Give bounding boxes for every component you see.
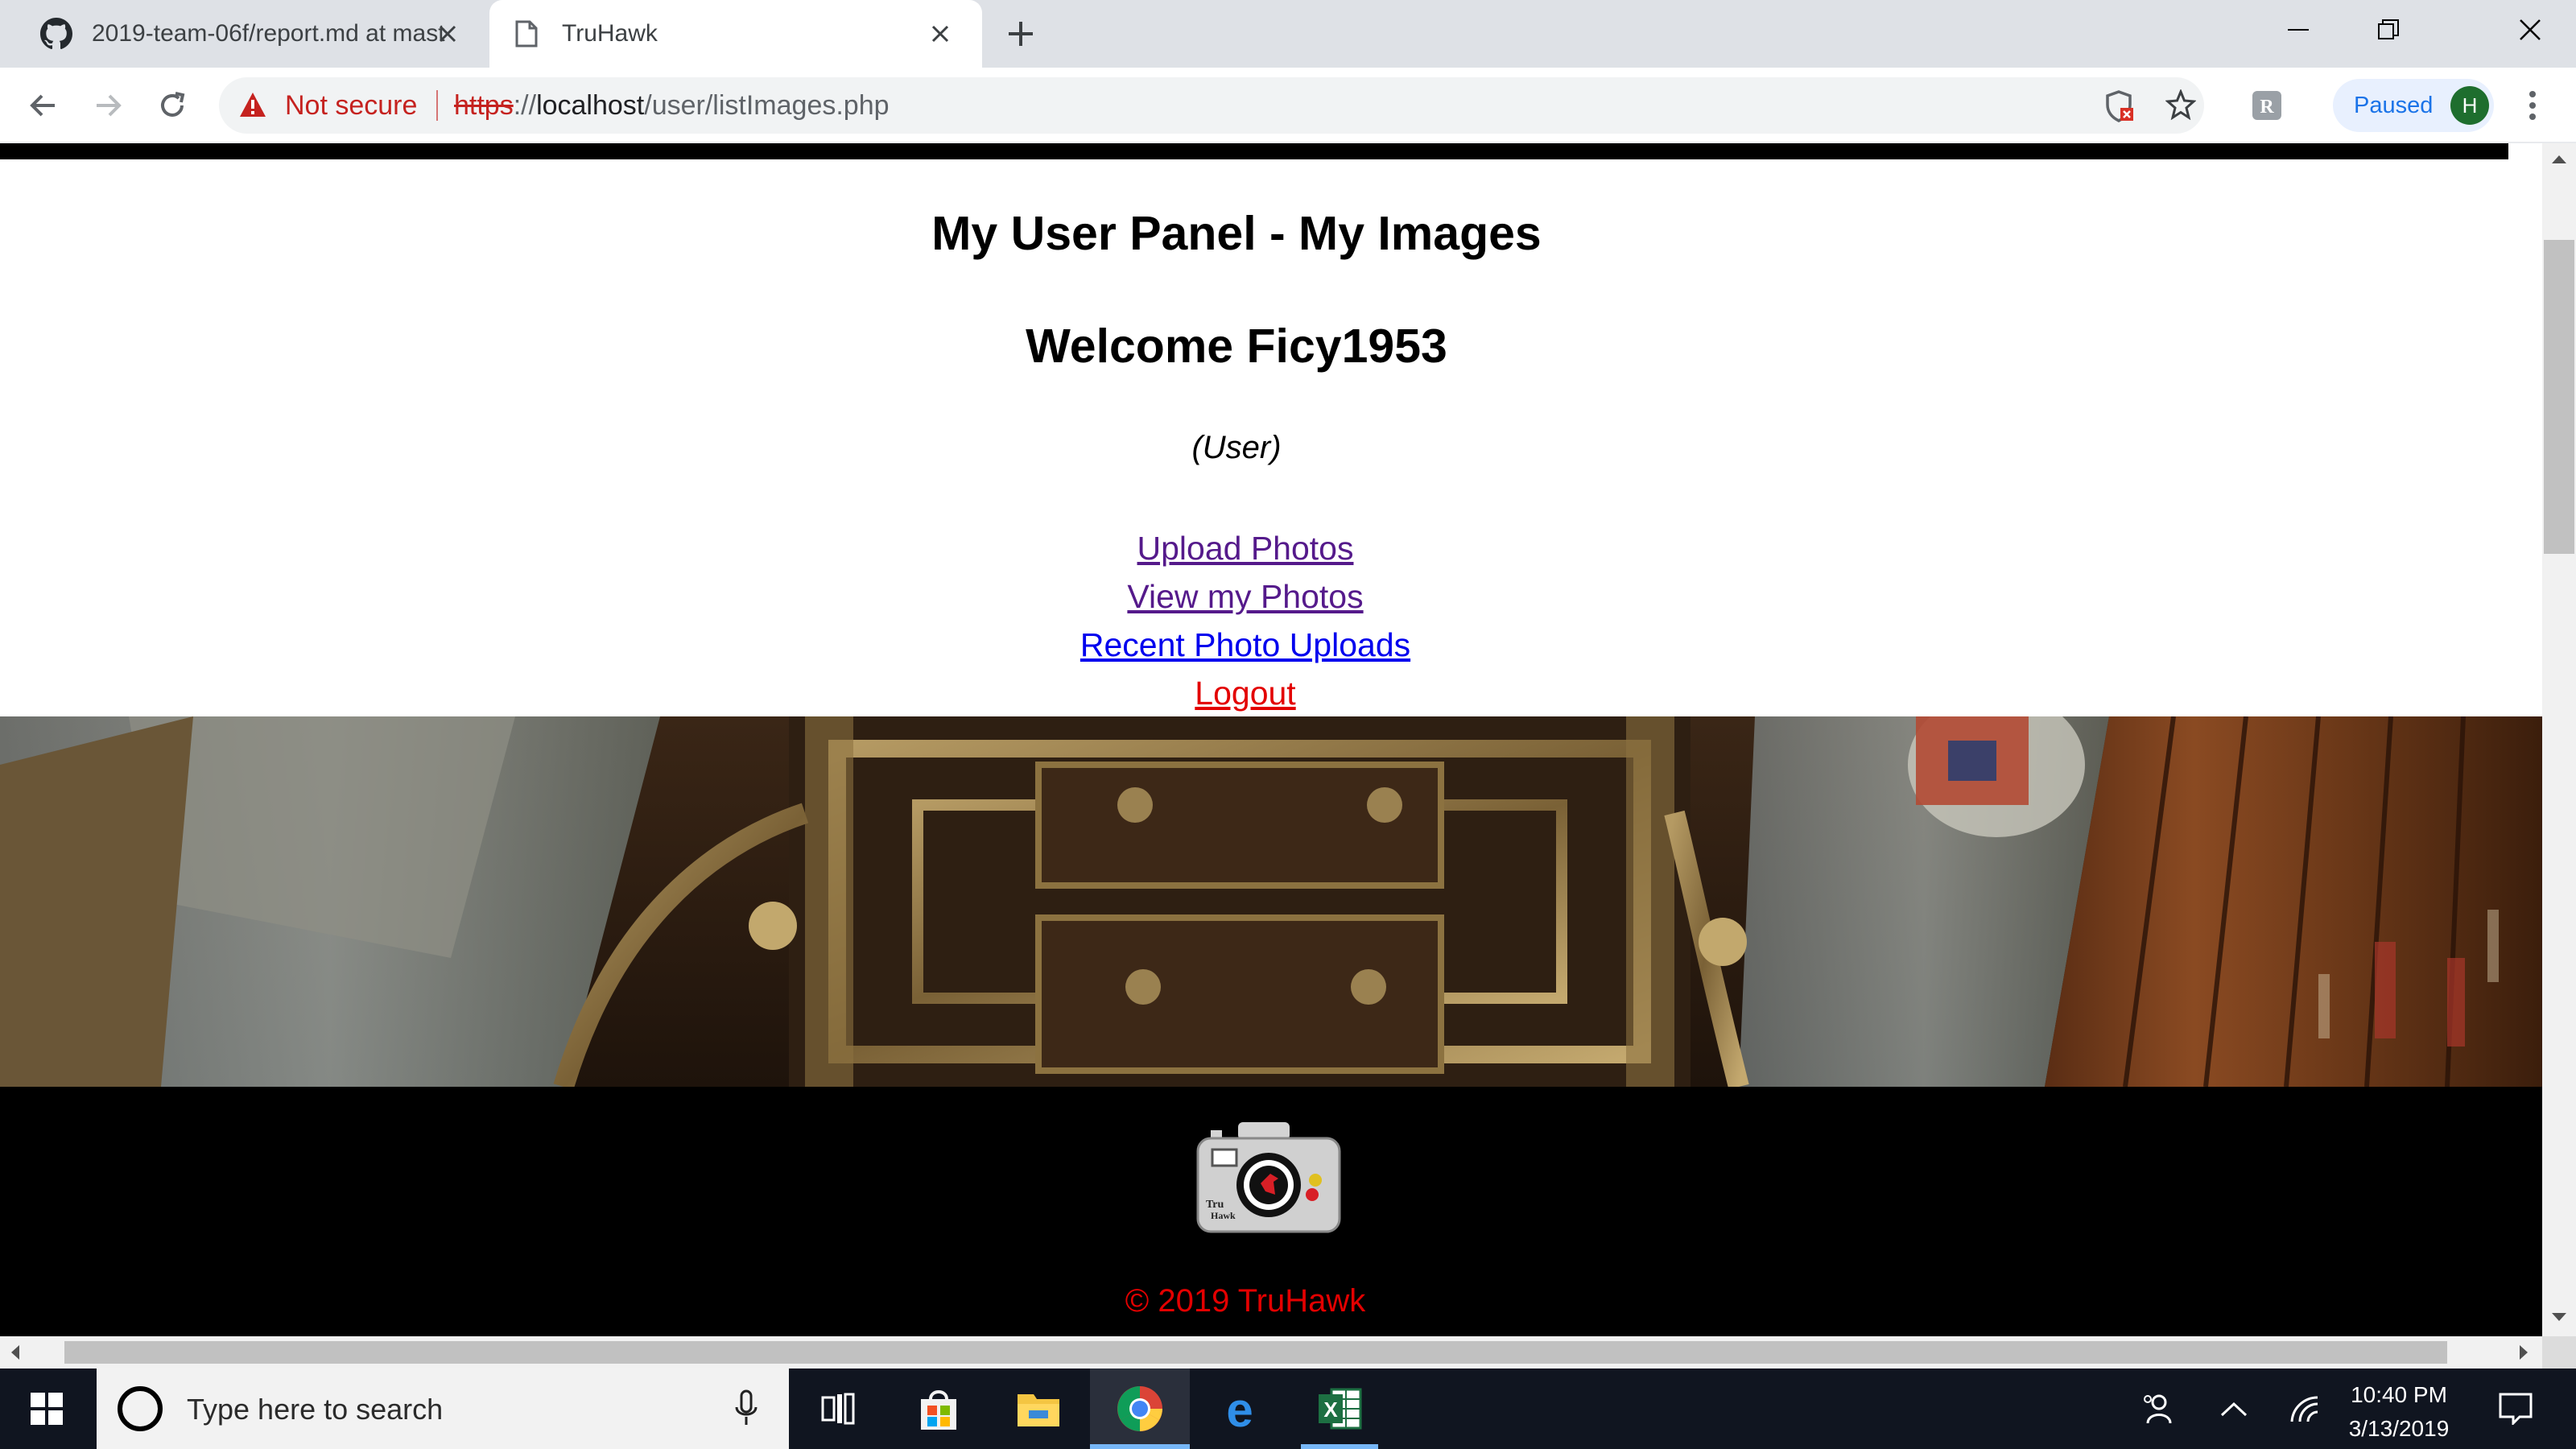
forward-button[interactable] [87,85,129,126]
cortana-icon [118,1386,163,1431]
close-tab-icon[interactable] [923,16,958,52]
tab-truhawk[interactable]: TruHawk [489,0,982,68]
minimize-button[interactable] [2254,0,2343,60]
bookmark-star-icon[interactable] [2165,89,2197,124]
system-clock[interactable]: 10:40 PM 3/13/2019 [2318,1378,2479,1446]
edge-icon[interactable]: e [1190,1368,1290,1449]
chrome-taskbar-icon[interactable] [1090,1368,1190,1449]
url-scheme: https [454,90,514,121]
view-my-photos-link[interactable]: View my Photos [0,572,2491,621]
avatar: H [2450,86,2489,125]
tab-title: 2019-team-06f/report.md at master [92,20,446,47]
github-icon [40,18,72,50]
scroll-up-arrow-icon[interactable] [2552,153,2566,167]
restore-button[interactable] [2344,0,2433,60]
logo-text-tru: Tru [1206,1199,1224,1211]
page-title: My User Panel - My Images [931,207,1542,260]
profile-button[interactable]: Paused H [2333,79,2494,132]
scroll-left-arrow-icon[interactable] [10,1345,19,1364]
upload-photos-link[interactable]: Upload Photos [0,524,2491,572]
top-black-bar [0,143,2508,159]
running-app-indicator [1301,1444,1378,1449]
excel-icon[interactable]: X [1290,1368,1389,1449]
truhawk-camera-logo: Tru Hawk [1195,1122,1343,1239]
url-text[interactable]: https://localhost/user/listImages.php [454,90,890,122]
footer: Tru Hawk © 2019 TruHawk [0,1087,2542,1336]
active-app-indicator [1090,1444,1190,1449]
clock-date: 3/13/2019 [2348,1416,2450,1441]
security-status[interactable]: Not secure [285,90,417,122]
warning-icon [238,91,267,122]
page-viewport: My User Panel - My Images Welcome Ficy19… [0,143,2542,1336]
new-tab-button[interactable] [1001,14,1040,53]
address-bar[interactable]: Not secure https://localhost/user/listIm… [219,77,2204,134]
omnibox-divider [436,90,438,121]
page-icon [510,18,543,50]
task-view-icon[interactable] [789,1368,889,1449]
recent-uploads-link[interactable]: Recent Photo Uploads [0,621,2491,669]
back-button[interactable] [23,85,64,126]
url-path: /user/listImages.php [644,90,890,121]
people-icon[interactable] [2133,1368,2182,1449]
vertical-scroll-thumb[interactable] [2544,240,2574,554]
close-window-button[interactable] [2486,0,2574,60]
taskbar: Type here to search e X 10:40 PM 3/13/20… [0,1368,2576,1449]
profile-status: Paused [2354,92,2434,118]
tab-github-report[interactable]: 2019-team-06f/report.md at master [19,0,489,68]
close-tab-icon[interactable] [430,16,465,52]
show-hidden-icons-chevron-icon[interactable] [2214,1368,2254,1449]
url-host: localhost [536,90,645,121]
horizontal-scroll-thumb[interactable] [64,1341,2447,1364]
tab-strip: 2019-team-06f/report.md at master TruHaw… [0,0,2576,68]
logo-text-hawk: Hawk [1211,1210,1236,1221]
reload-button[interactable] [151,85,193,126]
store-icon[interactable] [889,1368,989,1449]
copyright-text: © 2019 TruHawk [1125,1283,1366,1319]
extension-icon[interactable]: R [2246,85,2288,126]
taskbar-search[interactable]: Type here to search [97,1368,789,1449]
url-separator: :// [513,90,537,121]
svg-text:R: R [2260,97,2274,118]
blocked-content-icon[interactable] [2104,90,2135,126]
user-role: (User) [1191,430,1282,465]
action-center-icon[interactable] [2487,1368,2544,1449]
scroll-down-arrow-icon[interactable] [2552,1312,2566,1327]
logout-link[interactable]: Logout [0,669,2491,717]
scroll-right-arrow-icon[interactable] [2520,1345,2529,1364]
windows-logo-icon [31,1393,63,1425]
search-placeholder: Type here to search [187,1393,444,1426]
library-ceiling-image [0,716,2542,1087]
tab-title: TruHawk [562,20,658,47]
browser-toolbar: Not secure https://localhost/user/listIm… [0,68,2576,143]
svg-text:e: e [1226,1386,1253,1431]
menu-kebab-icon[interactable] [2512,85,2553,126]
user-nav: Upload Photos View my Photos Recent Phot… [0,524,2491,717]
clock-time: 10:40 PM [2351,1382,2447,1407]
welcome-heading: Welcome Ficy1953 [1026,320,1447,373]
file-explorer-icon[interactable] [989,1368,1088,1449]
scrollbar-corner [2542,1336,2576,1368]
start-button[interactable] [0,1368,93,1449]
svg-text:X: X [1323,1397,1338,1422]
microphone-icon[interactable] [734,1389,758,1430]
